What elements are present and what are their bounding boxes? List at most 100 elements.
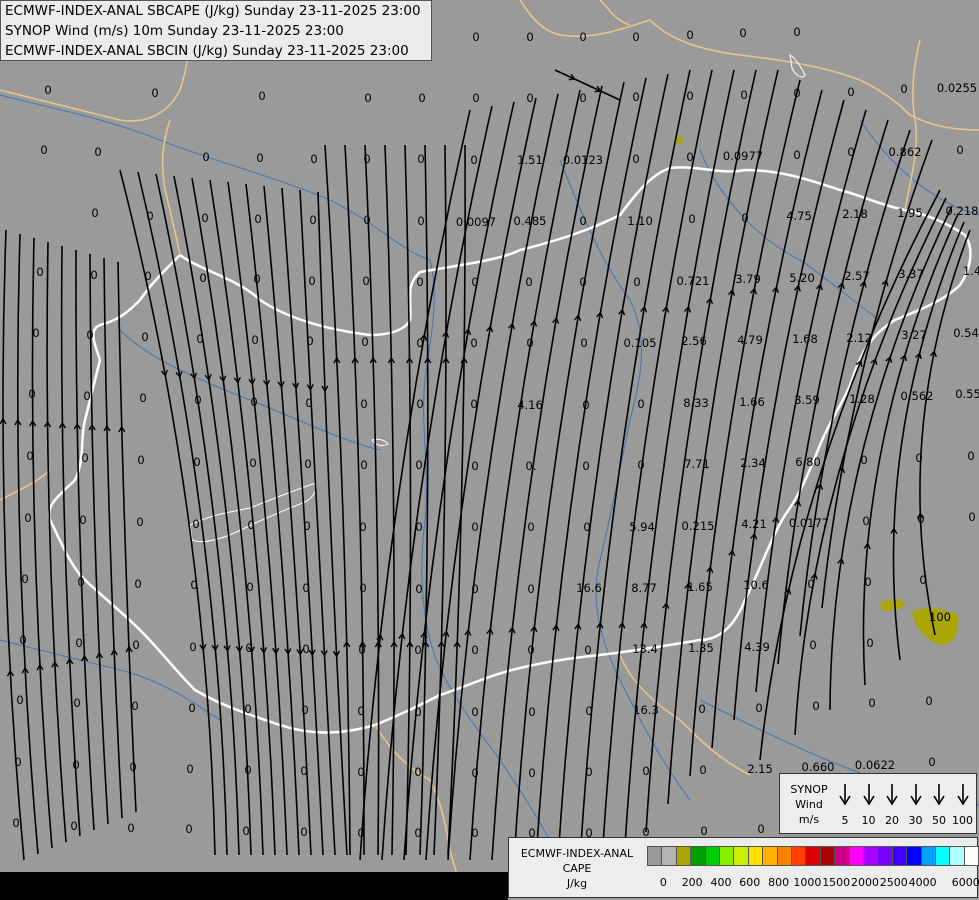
cape-value-label: 0 xyxy=(127,821,135,835)
wind-arrow-icon xyxy=(862,784,875,806)
cape-value-label: 0 xyxy=(527,643,535,657)
river xyxy=(0,94,431,261)
cape-value-label: 10.6 xyxy=(743,578,769,592)
wind-arrow-icon xyxy=(839,784,851,806)
cape-scale-tick: 200 xyxy=(681,876,703,889)
wind-legend-title-1: SYNOP xyxy=(790,783,828,796)
cape-color-swatch xyxy=(647,846,663,866)
cape-color-swatch xyxy=(949,846,965,866)
cape-value-label: 0 xyxy=(956,143,964,157)
cape-value-label: 0.105 xyxy=(623,336,657,350)
cape-color-swatch xyxy=(877,846,893,866)
cape-value-label: 0 xyxy=(414,826,422,840)
cape-value-label: 0 xyxy=(471,582,479,596)
cape-scale-tick: 600 xyxy=(739,876,761,889)
cape-value-label: 0 xyxy=(363,213,371,227)
cape-value-label: 0 xyxy=(417,214,425,228)
cape-value-label: 0 xyxy=(527,520,535,534)
cape-value-label: 0.218 xyxy=(945,204,979,218)
cape-value-label: 0 xyxy=(642,764,650,778)
cape-value-label: 0.54 xyxy=(953,326,979,340)
cape-value-label: 0 xyxy=(28,387,36,401)
lake-outline xyxy=(371,438,389,447)
cape-value-label: 0 xyxy=(417,152,425,166)
cape-color-swatch xyxy=(848,846,864,866)
cape-value-label: 0 xyxy=(301,703,309,717)
wind-legend-value: 5 xyxy=(841,814,849,827)
cape-value-label: 0 xyxy=(686,28,694,42)
cape-value-label: 0 xyxy=(81,451,89,465)
streamline xyxy=(919,229,971,636)
cape-value-label: 0.0097 xyxy=(455,215,497,229)
cape-color-swatch xyxy=(661,846,677,866)
cape-value-label: 0 xyxy=(528,705,536,719)
cape-value-label: 0 xyxy=(73,696,81,710)
wind-legend: SYNOP Wind m/s 5 10 20 30 50 100 xyxy=(779,773,977,834)
cape-value-label: 0 xyxy=(585,704,593,718)
cape-value-label: 16.3 xyxy=(633,703,659,717)
cape-value-label: 0 xyxy=(584,643,592,657)
cape-value-label: 1.95 xyxy=(897,206,923,220)
streamline xyxy=(667,69,779,805)
wind-legend-value: 30 xyxy=(908,814,923,827)
title-line-cape: ECMWF-INDEX-ANAL SBCAPE (J/kg) Sunday 23… xyxy=(5,3,421,19)
wind-legend-value: 20 xyxy=(885,814,899,827)
cape-value-label: 0 xyxy=(185,822,193,836)
cape-value-label: 100 xyxy=(929,610,951,624)
cape-scale-tick: 400 xyxy=(710,876,732,889)
wind-legend-item: 30 xyxy=(905,780,927,830)
cape-value-label: 0 xyxy=(258,89,266,103)
cape-value-label: 0 xyxy=(967,449,975,463)
cape-value-label: 0 xyxy=(739,26,747,40)
cape-value-label: 0 xyxy=(416,336,424,350)
streamline xyxy=(344,144,365,856)
cape-value-label: 0 xyxy=(812,699,820,713)
cape-value-label: 0 xyxy=(83,389,91,403)
cape-value-label: 0 xyxy=(917,512,925,526)
cape-value-label: 0 xyxy=(242,824,250,838)
cape-value-label: 0 xyxy=(637,397,645,411)
cape-value-label: 2.12 xyxy=(846,331,872,345)
cape-value-label: 0 xyxy=(582,398,590,412)
wind-legend-item: 20 xyxy=(881,780,903,830)
cape-color-swatch xyxy=(935,846,951,866)
cape-scale-tick: 2500 xyxy=(879,876,908,889)
wind-arrow-icon xyxy=(933,784,945,806)
cape-value-label: 0 xyxy=(300,825,308,839)
cape-value-label: 0 xyxy=(136,515,144,529)
cape-value-label: 3.59 xyxy=(794,393,820,407)
cape-value-label: 0 xyxy=(77,575,85,589)
title-line-wind: SYNOP Wind (m/s) 10m Sunday 23-11-2025 2… xyxy=(5,23,344,39)
cape-value-label: 0 xyxy=(740,88,748,102)
wind-legend-item: 50 xyxy=(928,780,950,830)
cape-value-label: 0 xyxy=(249,456,257,470)
cape-color-swatch xyxy=(819,846,836,866)
cape-value-label: 0.660 xyxy=(801,760,835,774)
cape-value-label: 0 xyxy=(302,581,310,595)
cape-value-label: 0 xyxy=(471,643,479,657)
cape-color-swatch xyxy=(834,846,850,866)
cape-value-label: 0 xyxy=(418,91,426,105)
cape-value-label: 0 xyxy=(141,330,149,344)
cape-value-label: 0 xyxy=(471,459,479,473)
streamline xyxy=(579,69,691,861)
cape-value-label: 0.0622 xyxy=(854,758,896,772)
river xyxy=(119,329,381,451)
lake-outline xyxy=(189,483,317,543)
cape-value-label: 6.80 xyxy=(795,455,821,469)
cape-value-label: 0 xyxy=(363,152,371,166)
cape-value-label: 0 xyxy=(637,458,645,472)
cape-value-label: 0.0123 xyxy=(562,153,604,167)
cape-value-label: 0 xyxy=(755,701,763,715)
cape-value-label: 0 xyxy=(139,391,147,405)
cape-value-label: 0 xyxy=(525,275,533,289)
cape-value-label: 0 xyxy=(151,86,159,100)
cape-value-label: 0 xyxy=(360,397,368,411)
cape-value-label: 2.15 xyxy=(747,762,773,776)
cape-value-label: 0 xyxy=(470,336,478,350)
cape-value-label: 0 xyxy=(526,91,534,105)
cape-value-label: 0.0977 xyxy=(722,149,764,163)
country-border xyxy=(161,119,181,256)
cape-value-label: 0 xyxy=(131,699,139,713)
cape-value-label: 0 xyxy=(632,152,640,166)
